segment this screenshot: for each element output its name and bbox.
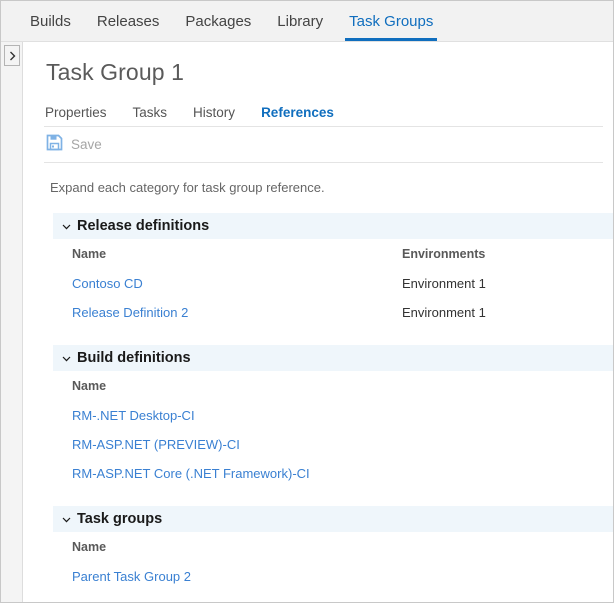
table-row: Release Definition 2 Environment 1 bbox=[72, 298, 613, 327]
save-floppy-icon bbox=[46, 134, 63, 156]
top-nav-item-releases[interactable]: Releases bbox=[84, 13, 173, 41]
chevron-down-icon bbox=[62, 349, 71, 367]
table-row: Contoso CD Environment 1 bbox=[72, 269, 613, 298]
reference-link[interactable]: RM-ASP.NET (PREVIEW)-CI bbox=[72, 437, 402, 452]
reference-link[interactable]: RM-ASP.NET Core (.NET Framework)-CI bbox=[72, 466, 402, 481]
reference-table: Name RM-.NET Desktop-CI RM-ASP.NET (PREVIE… bbox=[24, 371, 613, 488]
sub-tab-history[interactable]: History bbox=[193, 105, 235, 120]
reference-hint-text: Expand each category for task group refe… bbox=[50, 180, 325, 195]
main-content: Task Group 1 Properties Tasks History Refer… bbox=[24, 42, 613, 602]
table-row: RM-ASP.NET (PREVIEW)-CI bbox=[72, 430, 613, 459]
top-nav-item-packages[interactable]: Packages bbox=[172, 13, 264, 41]
app-window: Builds Releases Packages Library Task Groups… bbox=[0, 0, 614, 603]
sub-tab-bar: Properties Tasks History References bbox=[24, 86, 613, 126]
reference-link[interactable]: Parent Task Group 2 bbox=[72, 569, 402, 584]
top-nav-item-library[interactable]: Library bbox=[264, 13, 336, 41]
environment-value: Environment 1 bbox=[402, 305, 486, 320]
section-title: Build definitions bbox=[77, 350, 191, 366]
save-button-label: Save bbox=[71, 137, 102, 152]
top-nav-item-task-groups[interactable]: Task Groups bbox=[336, 13, 446, 41]
reference-section: Build definitions Name RM-.NET Desktop-CI R… bbox=[24, 345, 613, 488]
table-header-row: Name bbox=[72, 532, 613, 562]
save-button[interactable]: Save bbox=[46, 134, 102, 156]
top-nav-item-builds[interactable]: Builds bbox=[17, 13, 84, 41]
section-title: Release definitions bbox=[77, 218, 210, 234]
page-title: Task Group 1 bbox=[46, 59, 184, 85]
section-title: Task groups bbox=[77, 511, 163, 527]
section-header-task-groups[interactable]: Task groups bbox=[53, 506, 613, 532]
chevron-down-icon bbox=[62, 510, 71, 528]
sub-tab-properties[interactable]: Properties bbox=[45, 105, 107, 120]
left-rail bbox=[1, 42, 23, 602]
section-header-build-definitions[interactable]: Build definitions bbox=[53, 345, 613, 371]
column-header-name: Name bbox=[72, 247, 107, 261]
chevron-right-icon bbox=[9, 51, 16, 61]
column-header-environments: Environments bbox=[402, 247, 486, 261]
reference-section: Release definitions Name Environments Conto… bbox=[24, 213, 613, 327]
reference-link[interactable]: Release Definition 2 bbox=[72, 305, 402, 320]
environment-value: Environment 1 bbox=[402, 276, 486, 291]
sub-tab-references[interactable]: References bbox=[261, 105, 334, 120]
table-row: RM-.NET Desktop-CI bbox=[72, 401, 613, 430]
toolbar: Save bbox=[24, 127, 613, 162]
table-row: RM-ASP.NET Core (.NET Framework)-CI bbox=[72, 459, 613, 488]
table-header-row: Name Environments bbox=[72, 239, 613, 269]
section-header-release-definitions[interactable]: Release definitions bbox=[53, 213, 613, 239]
top-navigation-bar: Builds Releases Packages Library Task Groups bbox=[1, 1, 613, 42]
reference-link[interactable]: RM-.NET Desktop-CI bbox=[72, 408, 402, 423]
sub-tab-tasks[interactable]: Tasks bbox=[133, 105, 168, 120]
column-header-name: Name bbox=[72, 379, 107, 393]
reference-link[interactable]: Contoso CD bbox=[72, 276, 402, 291]
chevron-down-icon bbox=[62, 217, 71, 235]
reference-table: Name Parent Task Group 2 bbox=[24, 532, 613, 591]
column-header-name: Name bbox=[72, 540, 107, 554]
table-header-row: Name bbox=[72, 371, 613, 401]
expand-sidebar-button[interactable] bbox=[4, 45, 20, 66]
table-row: Parent Task Group 2 bbox=[72, 562, 613, 591]
reference-section: Task groups Name Parent Task Group 2 bbox=[24, 506, 613, 591]
reference-sections: Release definitions Name Environments Conto… bbox=[24, 213, 613, 591]
reference-table: Name Environments Contoso CD Environment 1R… bbox=[24, 239, 613, 327]
